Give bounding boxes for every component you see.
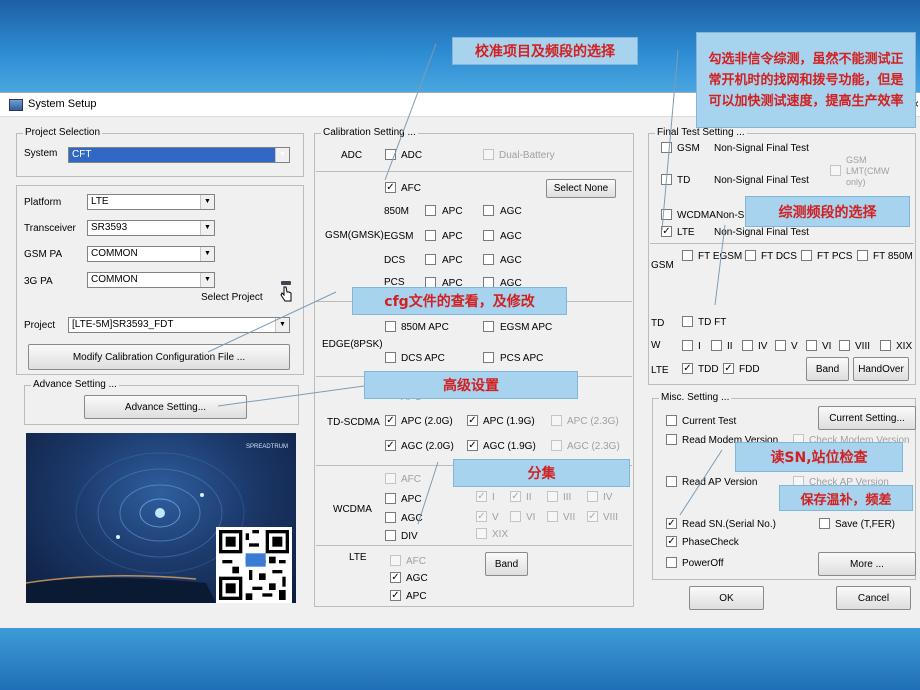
- callout-cfg-file: cfg文件的查看，及修改: [352, 287, 567, 315]
- callout-read-sn: 读SN,站位检查: [735, 442, 903, 472]
- callout-non-signal-test: 勾选非信令综测，虽然不能测试正常开机时的找网和拨号功能，但是可以加快测试速度，提…: [696, 32, 916, 128]
- callout-calibration-items: 校准项目及频段的选择: [452, 37, 638, 65]
- callout-test-band: 综测频段的选择: [745, 196, 910, 227]
- callout-diversity: 分集: [453, 459, 630, 487]
- callout-save-temp: 保存温补，频差: [779, 485, 913, 511]
- callout-advance: 高级设置: [364, 371, 578, 399]
